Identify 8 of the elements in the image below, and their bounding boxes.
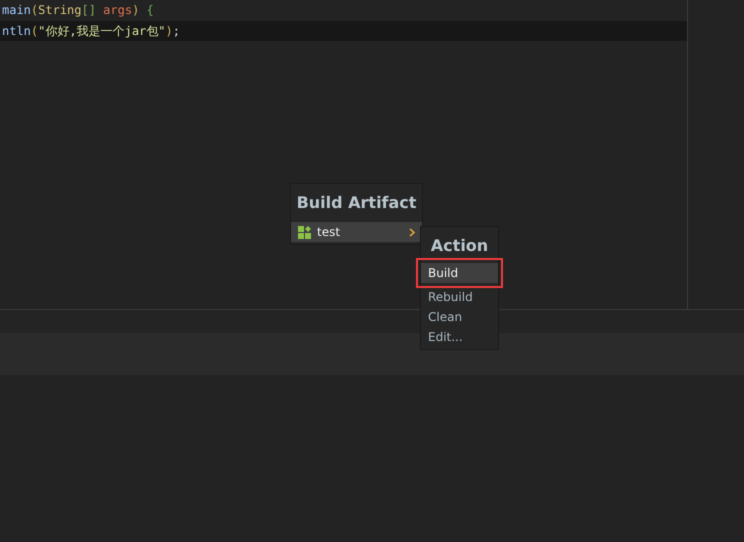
artifact-item[interactable]: test: [291, 222, 422, 242]
popup-title: Build Artifact: [296, 192, 418, 214]
action-item[interactable]: Build: [421, 263, 498, 283]
action-item[interactable]: Edit...: [421, 327, 498, 347]
action-item[interactable]: Rebuild: [421, 287, 498, 307]
action-item[interactable]: Clean: [421, 307, 498, 327]
popup-title: Action: [430, 235, 490, 257]
artifact-icon: [298, 226, 311, 238]
